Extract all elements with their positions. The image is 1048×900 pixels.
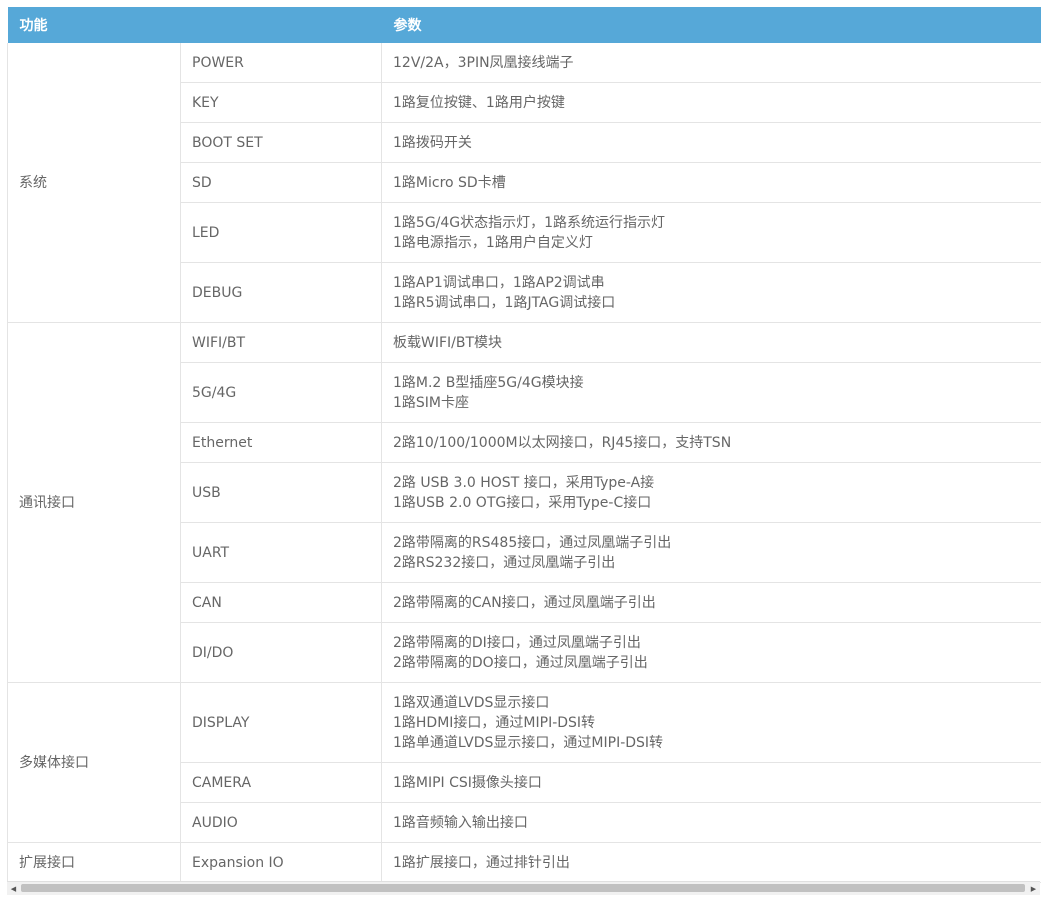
param-line: 2路带隔离的RS485接口，通过凤凰端子引出	[393, 534, 672, 551]
param-line: 1路HDMI接口，通过MIPI-DSI转	[393, 714, 596, 731]
item-cell: CAN	[180, 582, 382, 623]
item-cell: WIFI/BT	[180, 322, 382, 363]
spec-table-container: 功能 参数 系统 POWER 12V/2A，3PIN凤凰接线端子 KEY 1路复位按键、…	[7, 7, 1041, 883]
item-cell: AUDIO	[180, 802, 382, 843]
params-cell: 1路复位按键、1路用户按键	[381, 82, 1041, 123]
header-params: 参数	[381, 7, 1041, 43]
param-line: 2路RS232接口，通过凤凰端子引出	[393, 554, 616, 571]
param-line: 2路 USB 3.0 HOST 接口，采用Type-A接	[393, 474, 655, 491]
params-cell: 2路10/100/1000M以太网接口，RJ45接口，支持TSN	[381, 422, 1041, 463]
param-line: 1路SIM卡座	[393, 394, 470, 411]
table-row: 系统 POWER 12V/2A，3PIN凤凰接线端子	[7, 43, 1041, 323]
param-line: 1路M.2 B型插座5G/4G模块接	[393, 374, 584, 391]
item-cell: Expansion IO	[180, 842, 382, 883]
function-group-cell: 多媒体接口	[7, 682, 181, 843]
param-line: 2路带隔离的CAN接口，通过凤凰端子引出	[393, 594, 656, 611]
item-cell: Ethernet	[180, 422, 382, 463]
param-line: 1路Micro SD卡槽	[393, 174, 506, 191]
scroll-left-arrow-icon[interactable]: ◀	[7, 882, 20, 895]
table-row: 通讯接口 WIFI/BT 板载WIFI/BT模块	[7, 322, 1041, 683]
param-line: 1路单通道LVDS显示接口，通过MIPI-DSI转	[393, 734, 664, 751]
params-cell: 12V/2A，3PIN凤凰接线端子	[381, 43, 1041, 83]
item-cell: UART	[180, 522, 382, 583]
item-cell: 5G/4G	[180, 362, 382, 423]
param-line: 1路双通道LVDS显示接口	[393, 694, 550, 711]
spec-table: 功能 参数 系统 POWER 12V/2A，3PIN凤凰接线端子 KEY 1路复位按键、…	[7, 7, 1041, 883]
item-cell: POWER	[180, 43, 382, 83]
params-cell: 1路音频输入输出接口	[381, 802, 1041, 843]
param-line: 12V/2A，3PIN凤凰接线端子	[393, 54, 574, 71]
header-item	[180, 7, 382, 43]
params-cell: 1路AP1调试串口，1路AP2调试串 1路R5调试串口，1路JTAG调试接口	[381, 262, 1041, 323]
param-line: 1路USB 2.0 OTG接口，采用Type-C接口	[393, 494, 652, 511]
params-cell: 1路扩展接口，通过排针引出	[381, 842, 1041, 883]
param-line: 2路带隔离的DO接口，通过凤凰端子引出	[393, 654, 648, 671]
function-group-cell: 通讯接口	[7, 322, 181, 683]
table-header-row: 功能 参数	[7, 7, 1041, 43]
params-cell: 1路M.2 B型插座5G/4G模块接 1路SIM卡座	[381, 362, 1041, 423]
function-group-cell: 扩展接口	[7, 842, 181, 883]
params-cell: 2路带隔离的RS485接口，通过凤凰端子引出 2路RS232接口，通过凤凰端子引出	[381, 522, 1041, 583]
param-line: 1路音频输入输出接口	[393, 814, 528, 831]
item-cell: USB	[180, 462, 382, 523]
table-row: 多媒体接口 DISPLAY 1路双通道LVDS显示接口 1路HDMI接口，通过MIPI…	[7, 682, 1041, 843]
item-cell: LED	[180, 202, 382, 263]
param-line: 板载WIFI/BT模块	[393, 334, 503, 351]
param-line: 2路10/100/1000M以太网接口，RJ45接口，支持TSN	[393, 434, 732, 451]
params-cell: 1路双通道LVDS显示接口 1路HDMI接口，通过MIPI-DSI转 1路单通道LV…	[381, 682, 1041, 763]
params-cell: 板载WIFI/BT模块	[381, 322, 1041, 363]
item-cell: DI/DO	[180, 622, 382, 683]
params-cell: 2路 USB 3.0 HOST 接口，采用Type-A接 1路USB 2.0 OT…	[381, 462, 1041, 523]
param-line: 1路拨码开关	[393, 134, 472, 151]
item-cell: DEBUG	[180, 262, 382, 323]
scrollbar-thumb[interactable]	[21, 884, 1025, 892]
param-line: 1路5G/4G状态指示灯，1路系统运行指示灯	[393, 214, 666, 231]
params-cell: 1路5G/4G状态指示灯，1路系统运行指示灯 1路电源指示，1路用户自定义灯	[381, 202, 1041, 263]
header-function: 功能	[7, 7, 181, 43]
param-line: 1路AP1调试串口，1路AP2调试串	[393, 274, 605, 291]
item-cell: BOOT SET	[180, 122, 382, 163]
scroll-right-arrow-icon[interactable]: ▶	[1027, 882, 1040, 895]
table-row: 扩展接口 Expansion IO 1路扩展接口，通过排针引出	[7, 842, 1041, 883]
params-cell: 1路MIPI CSI摄像头接口	[381, 762, 1041, 803]
param-line: 1路扩展接口，通过排针引出	[393, 854, 570, 871]
param-line: 1路R5调试串口，1路JTAG调试接口	[393, 294, 616, 311]
item-cell: SD	[180, 162, 382, 203]
params-cell: 2路带隔离的DI接口，通过凤凰端子引出 2路带隔离的DO接口，通过凤凰端子引出	[381, 622, 1041, 683]
params-cell: 2路带隔离的CAN接口，通过凤凰端子引出	[381, 582, 1041, 623]
horizontal-scrollbar[interactable]: ◀ ▶	[7, 881, 1040, 895]
params-cell: 1路Micro SD卡槽	[381, 162, 1041, 203]
item-cell: KEY	[180, 82, 382, 123]
function-group-cell: 系统	[7, 43, 181, 323]
param-line: 1路电源指示，1路用户自定义灯	[393, 234, 593, 251]
params-cell: 1路拨码开关	[381, 122, 1041, 163]
table-body: 系统 POWER 12V/2A，3PIN凤凰接线端子 KEY 1路复位按键、1路用户按键…	[7, 43, 1041, 883]
item-cell: DISPLAY	[180, 682, 382, 763]
param-line: 1路MIPI CSI摄像头接口	[393, 774, 542, 791]
param-line: 1路复位按键、1路用户按键	[393, 94, 565, 111]
item-cell: CAMERA	[180, 762, 382, 803]
param-line: 2路带隔离的DI接口，通过凤凰端子引出	[393, 634, 641, 651]
